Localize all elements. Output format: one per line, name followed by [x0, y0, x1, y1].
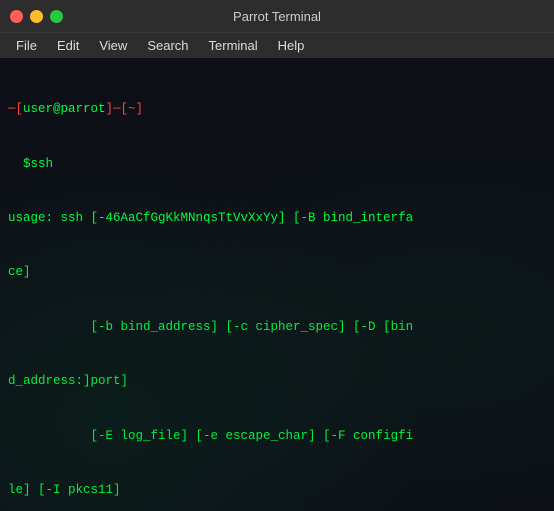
close-button[interactable]: [10, 10, 23, 23]
output-line-1: usage: ssh [-46AaCfGgKkMNnqsTtVvXxYy] [-…: [8, 209, 546, 227]
window-controls: [10, 10, 63, 23]
output-line-4: d_address:]port]: [8, 372, 546, 390]
menu-file[interactable]: File: [8, 36, 45, 55]
maximize-button[interactable]: [50, 10, 63, 23]
menu-help[interactable]: Help: [270, 36, 313, 55]
window-title: Parrot Terminal: [233, 9, 321, 24]
minimize-button[interactable]: [30, 10, 43, 23]
output-line-6: le] [-I pkcs11]: [8, 481, 546, 499]
prompt-line-1: ─[─[user@parrot]─[~]user@parrot]─[~]: [8, 100, 546, 118]
title-bar: Parrot Terminal: [0, 0, 554, 32]
command-line-1: $ssh: [8, 155, 546, 173]
output-line-5: [-E log_file] [-e escape_char] [-F confi…: [8, 427, 546, 445]
menu-edit[interactable]: Edit: [49, 36, 87, 55]
terminal-body[interactable]: ─[─[user@parrot]─[~]user@parrot]─[~] $ss…: [0, 58, 554, 511]
menu-bar: File Edit View Search Terminal Help: [0, 32, 554, 58]
output-line-3: [-b bind_address] [-c cipher_spec] [-D […: [8, 318, 546, 336]
menu-terminal[interactable]: Terminal: [201, 36, 266, 55]
menu-view[interactable]: View: [91, 36, 135, 55]
output-line-2: ce]: [8, 263, 546, 281]
terminal-window: Parrot Terminal File Edit View Search Te…: [0, 0, 554, 511]
menu-search[interactable]: Search: [139, 36, 196, 55]
terminal-content: ─[─[user@parrot]─[~]user@parrot]─[~] $ss…: [8, 64, 546, 511]
